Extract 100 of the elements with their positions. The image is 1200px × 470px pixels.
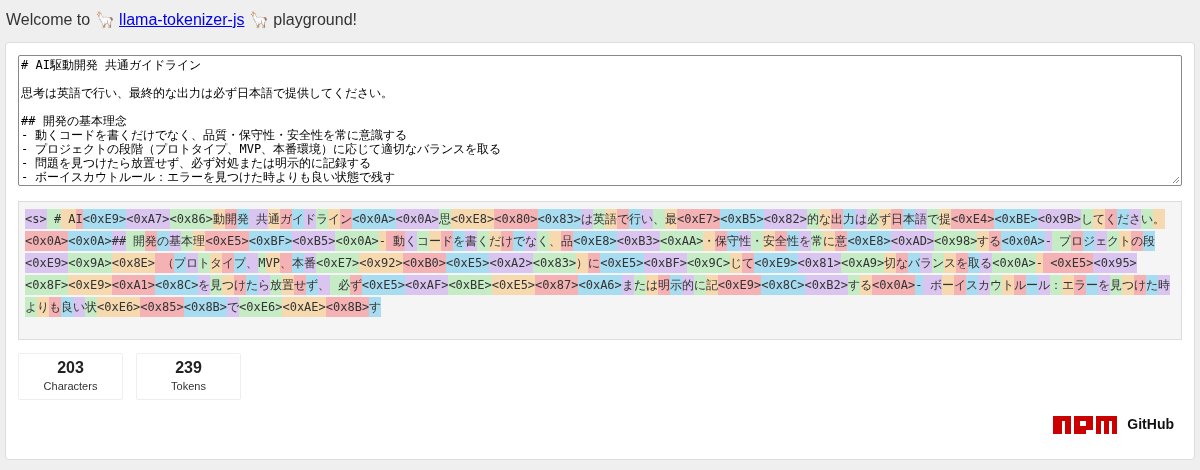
token-chip: ・: [751, 231, 764, 251]
token-chip: ）: [576, 253, 589, 273]
token-chip: <0x92>: [359, 253, 403, 273]
token-chip: <0xE6>: [97, 297, 141, 317]
token-chip: く: [405, 231, 418, 251]
token-chip: す: [977, 231, 990, 251]
token-chip: <0xE8>: [450, 209, 495, 229]
token-chip: <0xB2>: [804, 275, 848, 295]
token-chip: く: [1105, 209, 1118, 229]
token-chip: 出: [831, 209, 843, 229]
token-chip: <0x8C>: [761, 275, 805, 295]
token-chip: <0x9C>: [686, 253, 731, 273]
token-chip: <0xE8>: [847, 231, 891, 251]
token-chip: ト: [1119, 231, 1132, 251]
token-chip: <0xB5>: [292, 231, 336, 251]
token-chip: 意: [835, 231, 848, 251]
token-chip: 共: [248, 209, 269, 229]
token-chip: イ: [292, 209, 305, 229]
token-chip: 、: [246, 253, 259, 273]
token-chip: 状: [85, 297, 97, 317]
token-chip: <0xE5>: [1042, 253, 1094, 273]
token-chip: 守: [727, 231, 740, 251]
token-chip: の: [1131, 231, 1144, 251]
token-chip: -: [378, 231, 387, 251]
token-chip: 理: [193, 231, 206, 251]
token-chip: ラ: [920, 253, 933, 273]
token-chip: ジ: [1083, 231, 1096, 251]
token-chip: <0x8C>: [155, 275, 199, 295]
token-chip: <0xBE>: [448, 275, 492, 295]
token-chip: 段: [1143, 231, 1156, 251]
stat-value: 239: [175, 358, 202, 379]
input-line: 思考は英語で行い、最終的な出力は必ず日本語で提供してください。: [21, 86, 393, 100]
project-link[interactable]: llama-tokenizer-js: [119, 8, 245, 32]
token-chip: 本: [292, 253, 304, 273]
token-chip: 開: [224, 209, 237, 229]
token-chip: ボ: [922, 275, 942, 295]
token-chip: <0xBF>: [643, 253, 687, 273]
token-chip: プ: [174, 253, 187, 273]
input-line: - ボーイスカウトルール：エラーを見つけた時よりも良い状態で残す: [21, 170, 396, 184]
token-chip: <0xA1>: [111, 275, 156, 295]
token-chip: に: [823, 231, 836, 251]
token-chip: を: [453, 231, 466, 251]
token-chip: 品: [561, 231, 574, 251]
token-chip: を: [956, 253, 969, 273]
token-chip: 置: [282, 275, 295, 295]
input-field[interactable]: [18, 55, 1182, 186]
token-chip: （: [155, 253, 175, 273]
input-line: # AI駆動開発 共通ガイドライン: [21, 58, 202, 72]
token-chip: 通: [268, 209, 281, 229]
token-chip: <0xE6>: [239, 297, 283, 317]
npm-logo-icon[interactable]: [1053, 415, 1118, 434]
token-chip: ラ: [316, 209, 329, 229]
welcome-text: 🦙 playground!: [247, 10, 357, 30]
token-chip: り: [37, 297, 49, 317]
token-chip: 本: [903, 209, 915, 229]
token-chip: 取: [968, 253, 981, 273]
token-chip: な: [819, 209, 831, 229]
github-link[interactable]: GitHub: [1127, 414, 1174, 435]
token-chip: M: [258, 253, 266, 273]
stat-label: Tokens: [171, 379, 206, 395]
token-chip: 的: [807, 209, 819, 229]
welcome-text: Welcome to 🦙: [6, 10, 116, 30]
token-chip: <0xE5>: [205, 231, 249, 251]
token-chip: <0x8B>: [325, 297, 370, 317]
token-chip: 必: [330, 275, 350, 295]
token-chip: 本: [181, 231, 194, 251]
token-chip: <0xE5>: [361, 275, 406, 295]
token-chip: <0x83>: [532, 253, 577, 273]
token-chip: も: [49, 297, 61, 317]
resize-handle-icon[interactable]: [1172, 176, 1180, 184]
token-chip: ス: [944, 253, 957, 273]
token-chip: ェ: [1095, 231, 1108, 251]
input-line: - 動くコードを書くだけでなく、品質・保守性・安全性を常に意識する: [21, 128, 408, 142]
token-chip: <0xAF>: [405, 275, 449, 295]
token-chip: 見: [210, 275, 223, 295]
token-chip: I: [75, 209, 83, 229]
token-chip: -: [915, 275, 923, 295]
token-chip: 開: [126, 231, 146, 251]
token-chip: 性: [787, 231, 800, 251]
token-chip: 力: [843, 209, 855, 229]
token-chip: タ: [210, 253, 223, 273]
token-chip: <0x0A>: [395, 209, 439, 229]
token-chip: て: [742, 253, 755, 273]
token-chip: 性: [739, 231, 752, 251]
token-chip: <0xAE>: [282, 297, 326, 317]
token-chip: <0x8B>: [183, 297, 228, 317]
token-chip: 提: [939, 209, 951, 229]
token-chip: <0x0A>: [992, 253, 1036, 273]
token-chip: <0x86>: [169, 209, 213, 229]
token-chip: ず: [306, 275, 319, 295]
input-line: - プロジェクトの段階（プロトタイプ、MVP、本番環境）に応じて適切なバランスを取る: [21, 142, 502, 156]
token-chip: <0x87>: [535, 275, 579, 295]
token-chip: <0xB3>: [616, 231, 661, 251]
token-chip: <0xE5>: [600, 253, 644, 273]
token-chip: 書: [465, 231, 478, 251]
token-chip: ら: [258, 275, 271, 295]
token-chip: <0x0A>: [25, 231, 69, 251]
token-chip: た: [246, 275, 259, 295]
token-chip: <0x95>: [1093, 253, 1137, 273]
token-chip: で: [227, 297, 240, 317]
